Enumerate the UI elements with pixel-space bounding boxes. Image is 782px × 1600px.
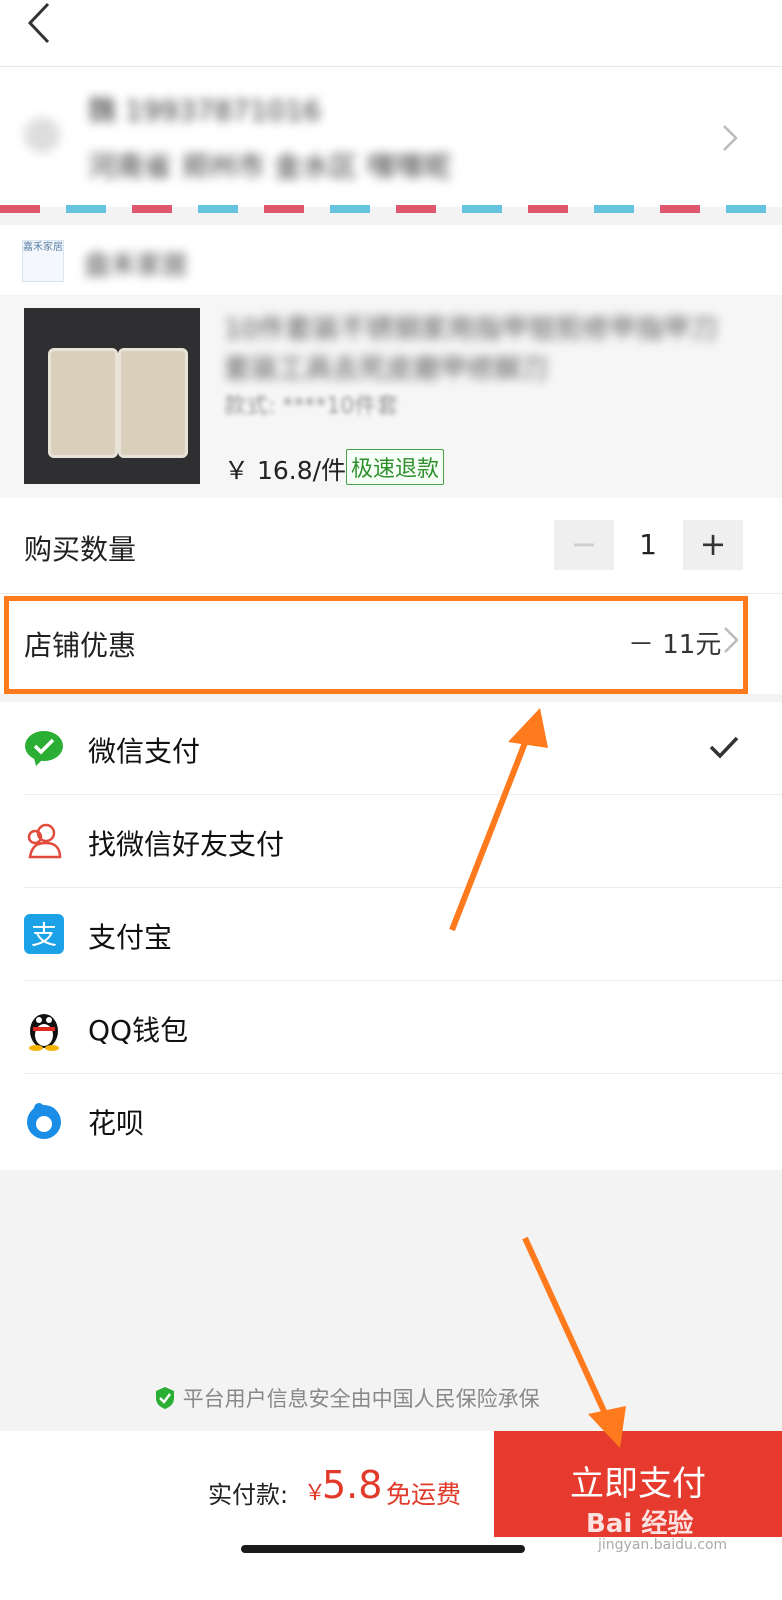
payment-option-alipay[interactable]: 支 支付宝 (0, 888, 782, 981)
quantity-decrease-button[interactable]: − (554, 520, 614, 570)
fast-refund-badge: 极速退款 (346, 449, 445, 485)
quantity-value: 1 (639, 528, 657, 561)
payment-option-huabei[interactable]: 花呗 (0, 1074, 782, 1167)
product-card[interactable]: 10件套装不锈钢家用指甲钳剪修甲指甲刀套装工具去死皮磨甲修脚刀 款式: ****… (0, 296, 782, 498)
shop-logo: 嘉禾家居 (22, 240, 64, 282)
product-price: ￥ 16.8/件 (224, 456, 347, 485)
checkmark-icon (708, 734, 740, 764)
svg-text:支: 支 (31, 921, 57, 951)
payment-option-wechat[interactable]: 微信支付 (0, 702, 782, 795)
security-note: 平台用户信息安全由中国人民保险承保 (154, 1383, 540, 1413)
payment-label: 找微信好友支付 (88, 828, 285, 861)
shop-name: 盘禾家居 (84, 251, 189, 281)
qq-wallet-icon (24, 1007, 64, 1051)
payment-methods-list: 微信支付 找微信好友支付 支 支付宝 QQ钱包 花呗 (0, 702, 782, 1170)
quantity-row: 购买数量 − 1 + (0, 498, 782, 594)
chevron-right-icon (720, 123, 740, 157)
huabei-icon (24, 1100, 64, 1140)
shield-check-icon (156, 1387, 174, 1409)
product-spec: 款式: ****10件套 (224, 394, 399, 419)
payment-label: QQ钱包 (88, 1014, 189, 1047)
payment-option-friend[interactable]: 找微信好友支付 (0, 795, 782, 888)
payment-label: 花呗 (88, 1107, 145, 1140)
chevron-left-icon (27, 2, 50, 44)
wechat-pay-icon (24, 728, 64, 768)
watermark-url: jingyan.baidu.com (598, 1537, 728, 1553)
envelope-stripe-divider (0, 205, 782, 213)
top-bar (0, 0, 782, 67)
quantity-increase-button[interactable]: + (683, 520, 743, 570)
checkout-bar: 实付款: ￥ 5.8 免运费 立即支付 Bai 经验 jingyan.baidu… (0, 1431, 782, 1600)
friend-pay-icon (24, 821, 64, 861)
payment-label: 支付宝 (88, 921, 173, 954)
recipient-name-phone: 魏 19937871016 (88, 94, 321, 127)
free-shipping-label: 免运费 (386, 1480, 462, 1509)
payment-option-qq-wallet[interactable]: QQ钱包 (0, 981, 782, 1074)
payment-label: 微信支付 (88, 735, 201, 768)
home-indicator (241, 1545, 525, 1553)
total-label: 实付款: (208, 1481, 289, 1509)
product-case-right (118, 348, 188, 458)
shop-header[interactable]: 嘉禾家居 盘禾家居 (0, 225, 782, 295)
product-case-left (48, 348, 118, 458)
annotation-highlight-box (4, 596, 748, 694)
watermark-logo: Bai 经验 (586, 1509, 694, 1539)
total-amount: 5.8 (322, 1463, 383, 1507)
product-image (24, 308, 200, 484)
quantity-label: 购买数量 (24, 533, 137, 566)
address-detail: 河南省 郑州市 金水区 嘿嘿呢 (88, 150, 451, 183)
shipping-address-card[interactable]: 魏 19937871016 河南省 郑州市 金水区 嘿嘿呢 (0, 67, 782, 207)
location-pin-icon (24, 117, 60, 153)
security-text: 平台用户信息安全由中国人民保险承保 (182, 1387, 540, 1411)
back-button[interactable] (20, 0, 70, 46)
product-title: 10件套装不锈钢家用指甲钳剪修甲指甲刀套装工具去死皮磨甲修脚刀 (224, 314, 718, 385)
alipay-icon: 支 (24, 914, 64, 954)
